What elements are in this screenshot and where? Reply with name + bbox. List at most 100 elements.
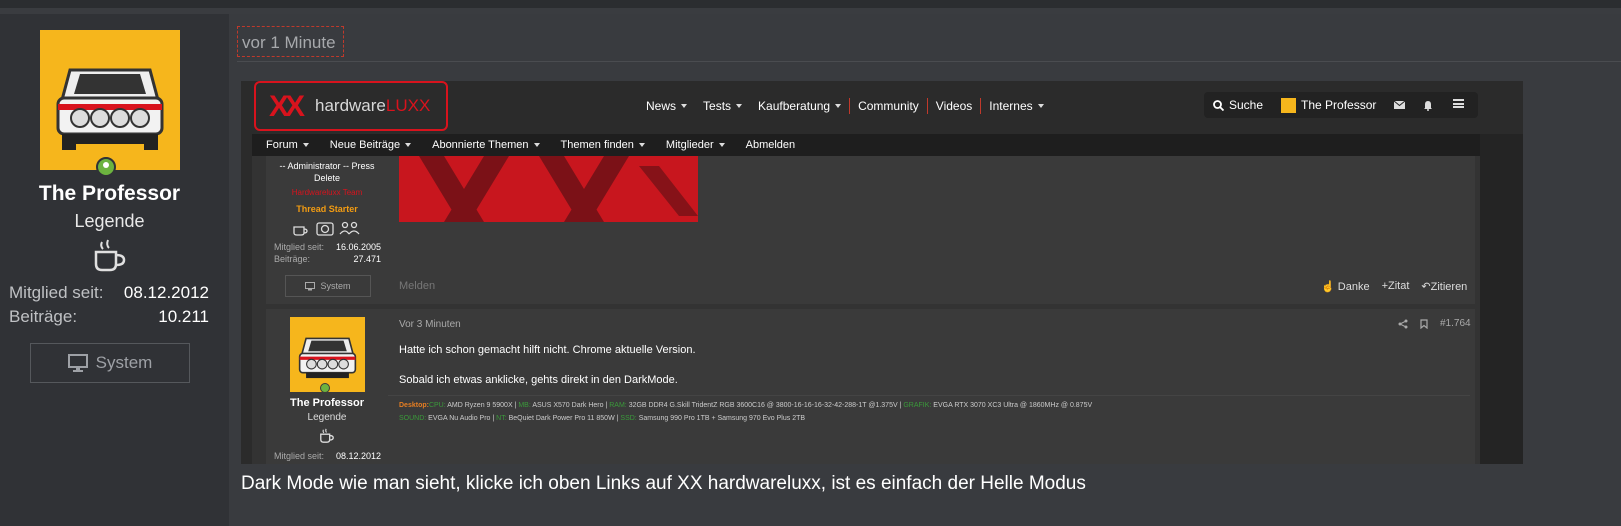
signature-part: Desktop: — [399, 402, 429, 409]
account-name: The Professor — [1301, 98, 1377, 112]
user-name[interactable]: The Professor — [0, 182, 219, 206]
signature-part: CPU: — [428, 402, 446, 409]
nav-item-label: Community — [858, 99, 919, 113]
signature-part: AMD Ryzen 9 5900X | — [445, 402, 519, 409]
nav-item-videos: Videos — [928, 99, 980, 113]
nav-item-label: News — [646, 99, 677, 113]
mini-value: 16.06.2005 — [335, 242, 381, 252]
subnav-label: Neue Beiträge — [329, 139, 401, 151]
logo-text-luxx: LUXX — [385, 96, 431, 115]
post1-report-link: Melden — [399, 280, 436, 292]
nav-item-community: Community — [850, 99, 927, 113]
site-nav: News Tests Kaufberatung Community Videos… — [638, 98, 1052, 114]
mini-avatar — [1281, 97, 1297, 113]
subnav-item-abmelden: Abmelden — [732, 139, 803, 151]
monitor-icon — [67, 354, 88, 372]
reply-action: ↶Zitieren — [1421, 281, 1468, 293]
post2-member-since-row: Mitglied seit: 08.12.2012 — [274, 451, 381, 461]
like-label: Danke — [1337, 281, 1370, 293]
post-caption: Dark Mode wie man sieht, klicke ich oben… — [241, 473, 1086, 494]
like-action: ☝ Danke — [1321, 281, 1370, 293]
subnav-label: Forum — [266, 139, 298, 151]
user-toolbar: Suche The Professor — [1204, 92, 1478, 118]
caret-down-icon — [736, 104, 743, 108]
post2-user-title: Legende — [307, 412, 347, 423]
search-link: Suche — [1204, 98, 1272, 112]
signature-part: GRAFIK: — [903, 402, 932, 409]
signature-part: 32GB DDR4 G.Skill TridentZ RGB 3600C16 @… — [626, 402, 904, 409]
caret-down-icon — [533, 143, 540, 147]
posts-count-value[interactable]: 10.211 — [158, 307, 209, 327]
signature-part: MB: — [518, 402, 531, 409]
mini-label: Mitglied seit: — [274, 242, 325, 252]
signature-part: Samsung 990 Pro 1TB + Samsung 970 Evo Pl… — [636, 415, 806, 422]
signature-part: SOUND: — [399, 415, 427, 422]
alerts-link — [1414, 100, 1442, 111]
online-status-icon — [96, 157, 116, 177]
nav-item-kaufberatung: Kaufberatung — [750, 99, 849, 113]
search-icon — [1213, 99, 1224, 111]
nav-item-label: Tests — [703, 99, 732, 113]
user-title: Legende — [74, 211, 145, 231]
signature-line1: Desktop:CPU: AMD Ryzen 9 5900X | MB: ASU… — [399, 402, 1092, 409]
quote-action: +Zitat — [1381, 280, 1410, 292]
hamburger-menu-icon — [1453, 99, 1464, 108]
bell-icon — [1424, 100, 1433, 111]
post2-time: Vor 3 Minuten — [399, 319, 461, 330]
forum-sidebar-strip — [1480, 134, 1523, 464]
signature-part: NT: — [496, 415, 507, 422]
rally-car-avatar-icon — [40, 30, 180, 170]
signature-part: RAM: — [609, 402, 627, 409]
rally-car-avatar-icon — [290, 317, 365, 392]
post2-user-name: The Professor — [290, 397, 364, 409]
nav-item-internes: Internes — [981, 99, 1051, 113]
signature-part: ASUS X570 Dark Hero | — [530, 402, 610, 409]
subnav-label: Abonnierte Themen — [432, 139, 529, 151]
nav-item-tests: Tests — [695, 99, 750, 113]
post1-member-since-row: Mitglied seit: 16.06.2005 — [274, 242, 381, 252]
system-button[interactable]: System — [30, 343, 190, 383]
member-since-row: Mitglied seit: 08.12.2012 — [9, 283, 209, 303]
subnav-item-neue-beitraege: Neue Beiträge — [316, 139, 418, 151]
logo-text-hardware: hardware — [315, 96, 386, 115]
caret-down-icon — [1037, 104, 1044, 108]
post1-team-badge: Hardwareluxx Team — [291, 188, 363, 197]
envelope-icon — [1394, 101, 1406, 109]
member-since-label: Mitglied seit: — [9, 283, 104, 302]
quote-label: Zitat — [1388, 280, 1410, 292]
signature-part: SSD: — [620, 415, 637, 422]
mini-value: 27.471 — [353, 254, 381, 264]
system-button-label: System — [95, 353, 153, 372]
monitor-icon — [305, 281, 316, 290]
caret-down-icon — [638, 143, 645, 147]
share-icon — [1398, 319, 1408, 328]
nav-item-label: Internes — [989, 99, 1033, 113]
trophy-icons — [293, 221, 360, 236]
caret-down-icon — [405, 143, 412, 147]
post1-system-button: System — [285, 275, 371, 297]
post-time[interactable]: vor 1 Minute — [237, 26, 344, 57]
top-bar — [0, 0, 1621, 8]
post1-role-line2: Delete — [313, 173, 340, 183]
xx-logo-image — [399, 156, 698, 222]
bookmark-icon — [1420, 318, 1428, 329]
signature-part: BeQuiet Dark Power Pro 11 850W | — [506, 415, 621, 422]
nav-item-label: Videos — [935, 99, 973, 113]
post2-avatar — [290, 317, 365, 392]
post1-system-label: System — [320, 281, 351, 291]
subnav-item-abonnierte-themen: Abonnierte Themen — [418, 139, 546, 151]
embedded-screenshot[interactable]: XX hardwareLUXX News Tests Kaufberatung … — [241, 81, 1523, 464]
post2-body — [388, 309, 1475, 464]
member-since-value: 08.12.2012 — [123, 283, 209, 302]
subnav-label: Abmelden — [745, 139, 796, 151]
avatar[interactable] — [40, 30, 180, 170]
site-logo-xx: XX — [269, 90, 305, 123]
site-subnav: Forum Neue Beiträge Abonnierte Themen Th… — [252, 134, 1491, 156]
site-logo-text: hardwareLUXX — [315, 96, 430, 116]
account-link: The Professor — [1272, 97, 1385, 113]
xx-logo-graphic-icon — [399, 156, 698, 222]
caret-down-icon — [835, 104, 842, 108]
posts-count-label: Beiträge: — [9, 307, 78, 326]
subnav-label: Mitglieder — [665, 139, 714, 151]
signature-line2: SOUND: EVGA Nu Audio Pro | NT: BeQuiet D… — [399, 415, 805, 422]
